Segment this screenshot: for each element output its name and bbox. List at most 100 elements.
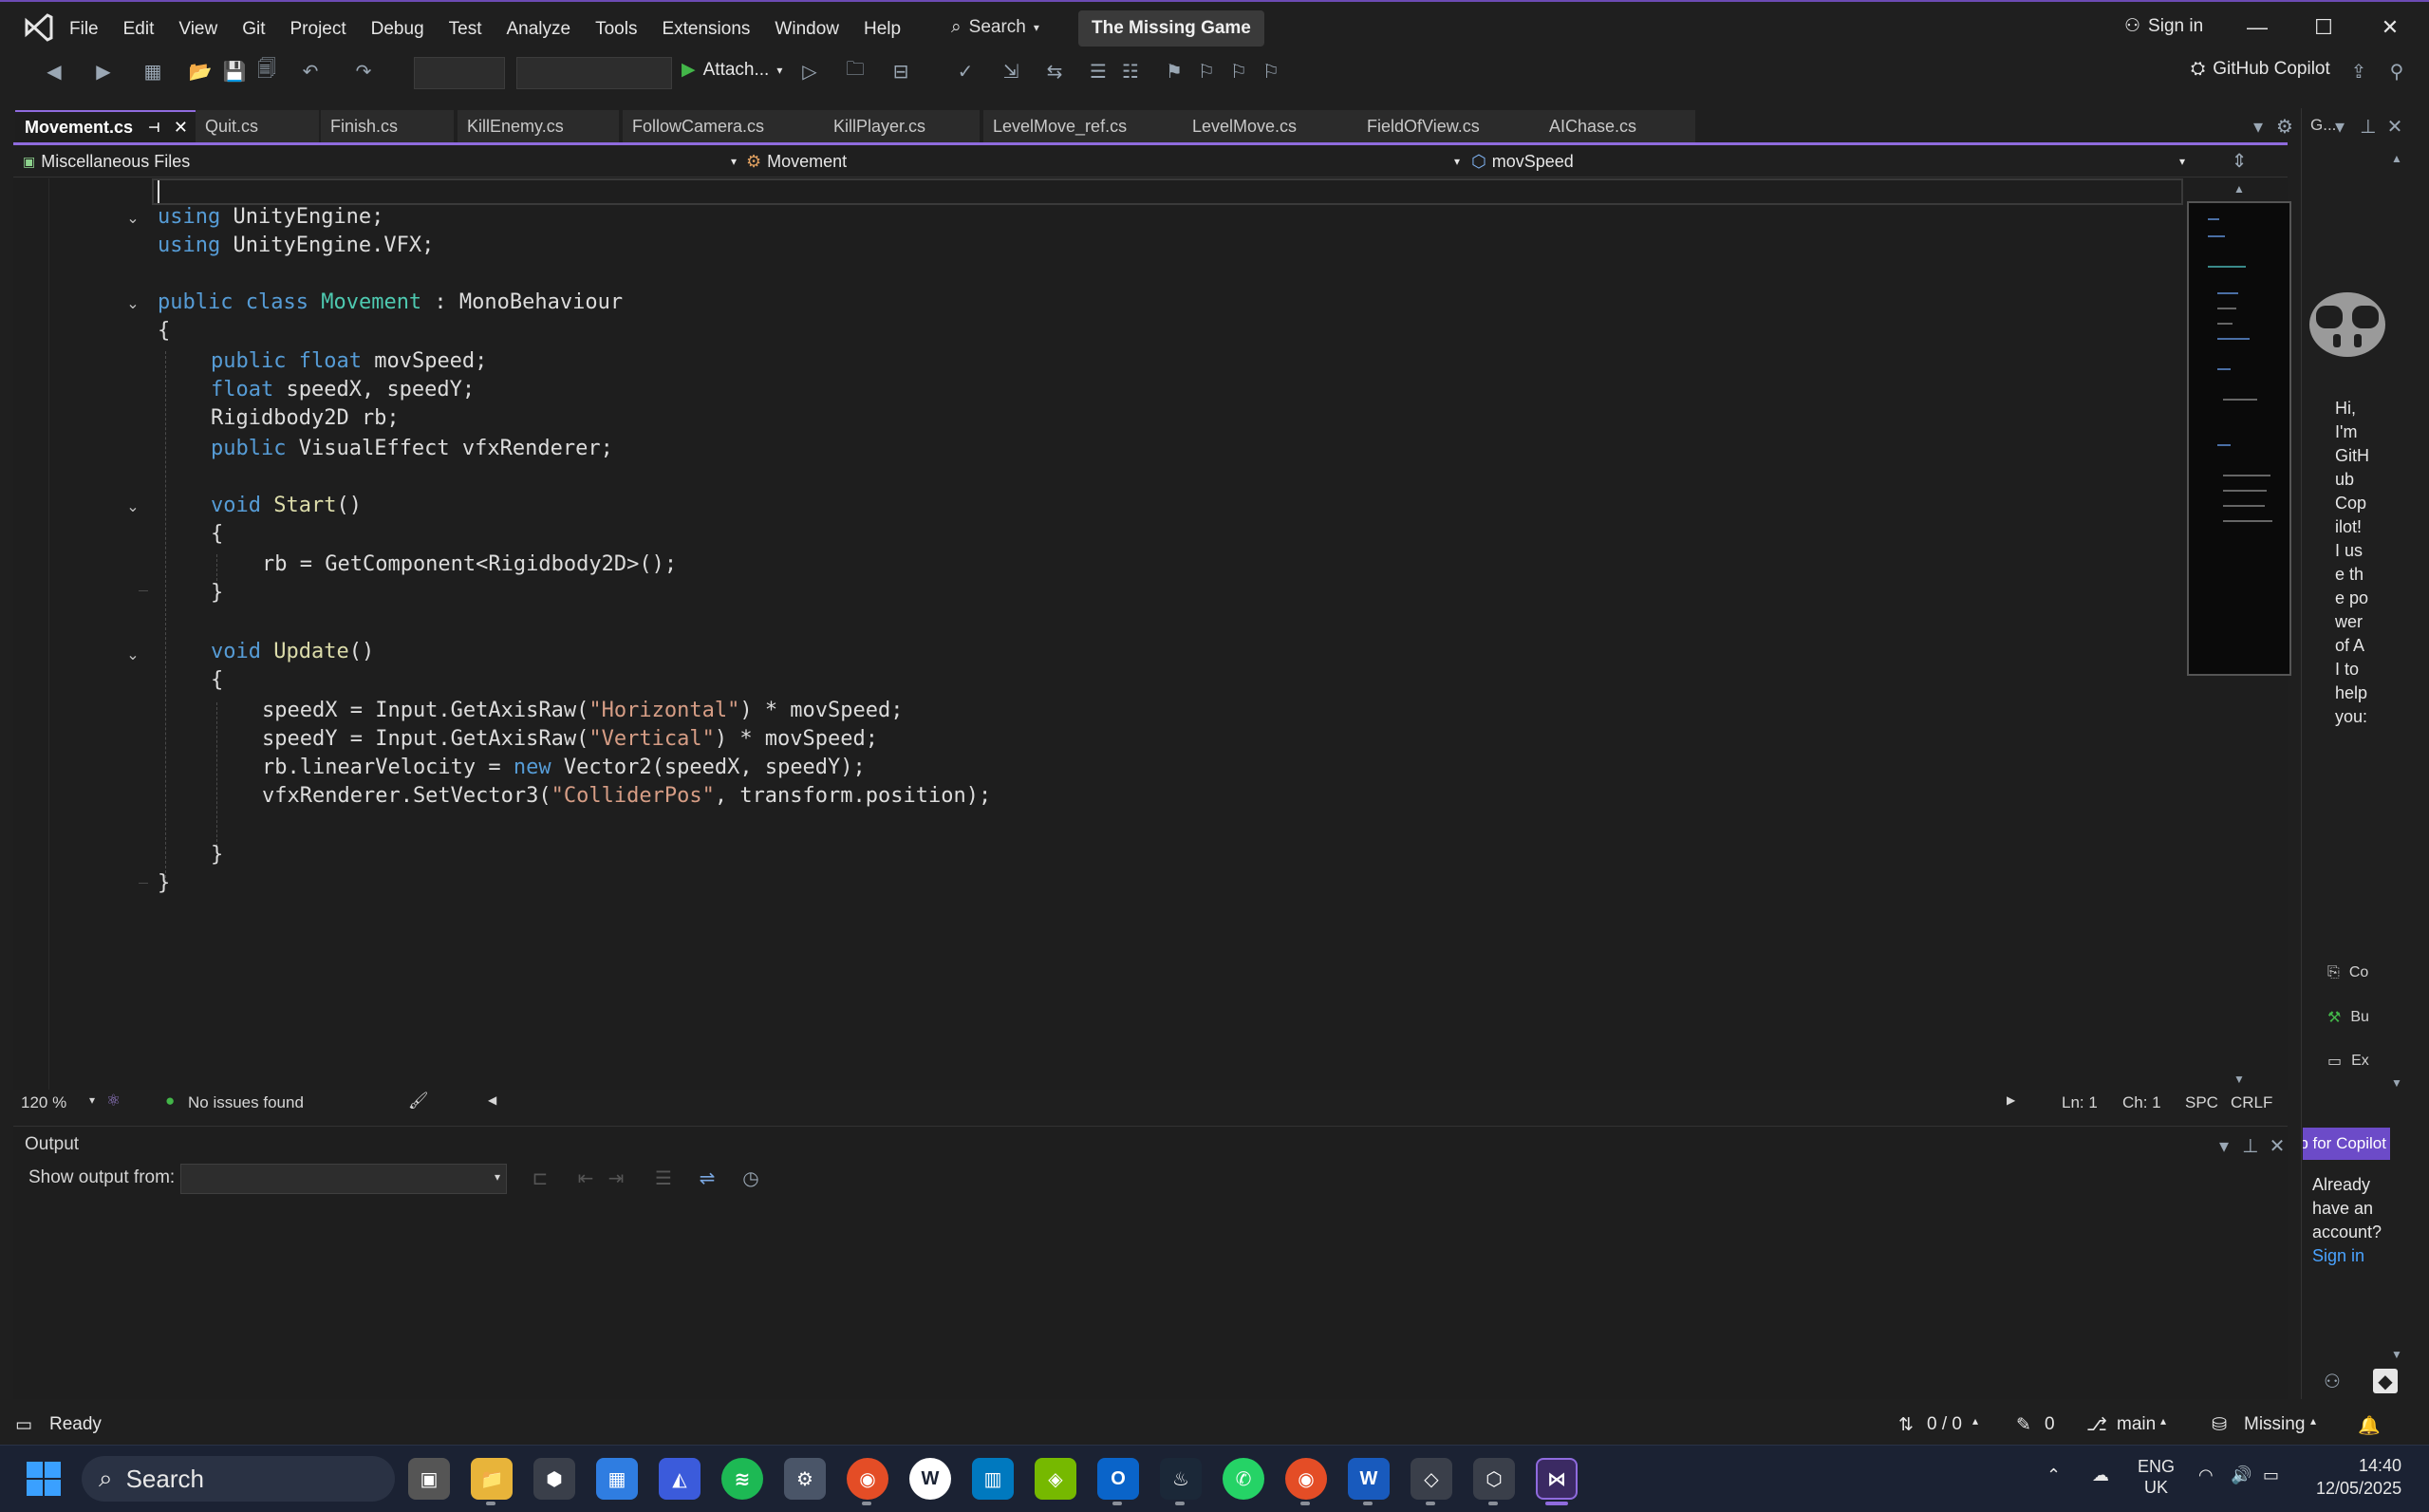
copilot-command-3[interactable]: ▭ Ex bbox=[2327, 1052, 2369, 1071]
scroll-up-icon[interactable]: ▲ bbox=[2227, 177, 2251, 201]
menu-debug[interactable]: Debug bbox=[359, 15, 437, 44]
step-into-icon[interactable]: ⇲ bbox=[999, 59, 1023, 84]
tab-movement-cs[interactable]: Movement.cs ⊣ ✕ bbox=[15, 110, 203, 142]
chevron-up-icon[interactable]: ▴ bbox=[2310, 1414, 2316, 1428]
undo-icon[interactable]: ↶ bbox=[298, 59, 323, 84]
microsoft-store-icon[interactable]: ▦ bbox=[596, 1458, 638, 1500]
search-button[interactable]: ⌕ Search ▾ bbox=[951, 11, 1039, 44]
branch-icon[interactable]: ⎇ bbox=[2086, 1414, 2107, 1436]
pending-changes[interactable]: 0 / 0 bbox=[1927, 1414, 1962, 1435]
save-all-icon[interactable]: 🗐 bbox=[254, 59, 279, 84]
chevron-down-icon[interactable]: ▾ bbox=[89, 1093, 95, 1107]
folder-view-icon[interactable]: 🗀 bbox=[843, 59, 868, 84]
fold-toggle-icon[interactable]: ⌄ bbox=[123, 645, 142, 664]
tab-levelmove-ref-cs[interactable]: LevelMove_ref.cs bbox=[983, 110, 1188, 142]
fold-toggle-icon[interactable]: ⌄ bbox=[123, 209, 142, 228]
bookmark-icon[interactable]: ⚑ bbox=[1162, 59, 1186, 84]
clear-bookmarks-icon[interactable]: ⚐ bbox=[1259, 59, 1283, 84]
fold-toggle-icon[interactable]: ⌄ bbox=[123, 497, 142, 516]
chevron-up-icon[interactable]: ▴ bbox=[1972, 1414, 1978, 1428]
word-icon[interactable]: W bbox=[1348, 1458, 1390, 1500]
platform-combo[interactable] bbox=[516, 57, 672, 89]
menu-view[interactable]: View bbox=[166, 15, 230, 44]
menu-project[interactable]: Project bbox=[278, 15, 359, 44]
tab-levelmove-cs[interactable]: LevelMove.cs bbox=[1183, 110, 1359, 142]
copilot-command-2[interactable]: ⚒ Bu bbox=[2327, 1008, 2369, 1027]
save-icon[interactable]: 💾 bbox=[222, 59, 247, 84]
minimize-button[interactable]: — bbox=[2229, 9, 2286, 46]
sign-in-button[interactable]: ⚇ Sign in bbox=[2124, 15, 2203, 37]
tab-killenemy-cs[interactable]: KillEnemy.cs bbox=[458, 110, 619, 142]
navigate-forward-icon[interactable]: ▶ bbox=[91, 59, 116, 84]
git-changes-icon[interactable]: ◆ bbox=[2373, 1369, 2398, 1393]
member-dropdown[interactable]: ⬡ movSpeed ▾ bbox=[1471, 147, 2185, 176]
scroll-down-icon[interactable]: ▼ bbox=[2227, 1067, 2251, 1092]
pin-icon[interactable]: ⊣ bbox=[148, 120, 160, 136]
maximize-button[interactable]: ☐ bbox=[2295, 9, 2352, 46]
menu-analyze[interactable]: Analyze bbox=[495, 15, 584, 44]
wattpad-icon[interactable]: W bbox=[909, 1458, 951, 1500]
next-bookmark-icon[interactable]: ⚐ bbox=[1226, 59, 1251, 84]
nvidia-icon[interactable]: ◈ bbox=[1035, 1458, 1076, 1500]
scroll-up-icon[interactable]: ▲ bbox=[2384, 146, 2409, 171]
volume-icon[interactable]: 🔊 bbox=[2231, 1465, 2251, 1485]
minimap-viewport[interactable] bbox=[2187, 201, 2291, 676]
attach-button[interactable]: ▶ Attach... ▾ bbox=[682, 59, 782, 81]
file-explorer-icon[interactable]: 📁 bbox=[471, 1458, 513, 1500]
fold-toggle-icon[interactable]: ⌄ bbox=[123, 294, 142, 313]
menu-window[interactable]: Window bbox=[762, 15, 851, 44]
close-icon[interactable]: ✕ bbox=[2265, 1133, 2289, 1158]
close-window-button[interactable]: ✕ bbox=[2362, 9, 2419, 46]
prev-message-icon[interactable]: ⇤ bbox=[573, 1166, 598, 1190]
menu-test[interactable]: Test bbox=[437, 15, 495, 44]
wifi-icon[interactable]: ◠ bbox=[2198, 1465, 2214, 1485]
chrome-icon[interactable]: ◉ bbox=[847, 1458, 888, 1500]
settings-gear-icon[interactable]: ⚙ bbox=[784, 1458, 826, 1500]
timestamp-icon[interactable]: ◷ bbox=[738, 1166, 763, 1190]
menu-edit[interactable]: Edit bbox=[111, 15, 167, 44]
clock[interactable]: 14:40 12/05/2025 bbox=[2316, 1454, 2401, 1500]
redo-icon[interactable]: ↷ bbox=[351, 59, 376, 84]
zoom-level[interactable]: 120 % bbox=[21, 1093, 66, 1112]
word-wrap-icon[interactable]: ⇌ bbox=[695, 1166, 719, 1190]
edit-count[interactable]: 0 bbox=[2045, 1414, 2055, 1435]
scroll-down-icon[interactable]: ▼ bbox=[2384, 1342, 2409, 1367]
tab-killplayer-cs[interactable]: KillPlayer.cs bbox=[824, 110, 980, 142]
tab-overflow-icon[interactable]: ▾ bbox=[2246, 114, 2270, 139]
tab-aichase-cs[interactable]: AIChase.cs bbox=[1540, 110, 1695, 142]
scroll-down-icon[interactable]: ▼ bbox=[2384, 1071, 2409, 1095]
output-source-select[interactable]: ▾ bbox=[180, 1164, 507, 1194]
solution-title[interactable]: The Missing Game bbox=[1078, 10, 1264, 47]
pencil-icon[interactable]: ✎ bbox=[2016, 1414, 2031, 1436]
visual-studio-logo-icon[interactable] bbox=[23, 11, 55, 44]
pin-icon[interactable]: ⊥ bbox=[2238, 1133, 2263, 1158]
copilot-signin-link[interactable]: Sign in bbox=[2312, 1244, 2384, 1268]
sync-arrows-icon[interactable]: ⇅ bbox=[1898, 1414, 1914, 1436]
menu-tools[interactable]: Tools bbox=[583, 15, 649, 44]
intellicode-icon[interactable]: ⚛ bbox=[106, 1092, 121, 1111]
repository-name[interactable]: Missing bbox=[2244, 1414, 2305, 1435]
notifications-bell-icon[interactable]: 🔔 bbox=[2358, 1414, 2381, 1437]
chevron-down-icon[interactable]: ▾ bbox=[2327, 114, 2352, 139]
whitespace-mode[interactable]: SPC bbox=[2185, 1093, 2218, 1112]
next-message-icon[interactable]: ⇥ bbox=[604, 1166, 628, 1190]
window-layout-icon[interactable]: ⊟ bbox=[888, 59, 913, 84]
azure-data-studio-icon[interactable]: ◭ bbox=[659, 1458, 701, 1500]
windows-start-icon[interactable] bbox=[27, 1462, 61, 1496]
tab-quit-cs[interactable]: Quit.cs bbox=[196, 110, 319, 142]
issues-status[interactable]: No issues found bbox=[188, 1093, 304, 1112]
chevron-down-icon[interactable]: ▾ bbox=[2212, 1133, 2236, 1158]
copilot-signup-button[interactable]: p for Copilot bbox=[2303, 1128, 2390, 1160]
repository-icon[interactable]: ⛁ bbox=[2212, 1414, 2227, 1436]
onedrive-icon[interactable]: ☁ bbox=[2092, 1465, 2109, 1485]
trello-icon[interactable]: ▥ bbox=[972, 1458, 1014, 1500]
compare-icon[interactable]: ⇆ bbox=[1042, 59, 1067, 84]
open-file-icon[interactable]: 📂 bbox=[188, 59, 213, 84]
unity-hub-icon[interactable]: ⬢ bbox=[533, 1458, 575, 1500]
spotify-icon[interactable]: ≋ bbox=[721, 1458, 763, 1500]
unity-icon[interactable]: ◇ bbox=[1411, 1458, 1452, 1500]
split-editor-icon[interactable]: ⇕ bbox=[2227, 148, 2251, 173]
line-ending[interactable]: CRLF bbox=[2231, 1093, 2272, 1112]
taskbar-search[interactable]: ⌕ Search bbox=[82, 1456, 395, 1502]
steam-icon[interactable]: ♨ bbox=[1160, 1458, 1202, 1500]
